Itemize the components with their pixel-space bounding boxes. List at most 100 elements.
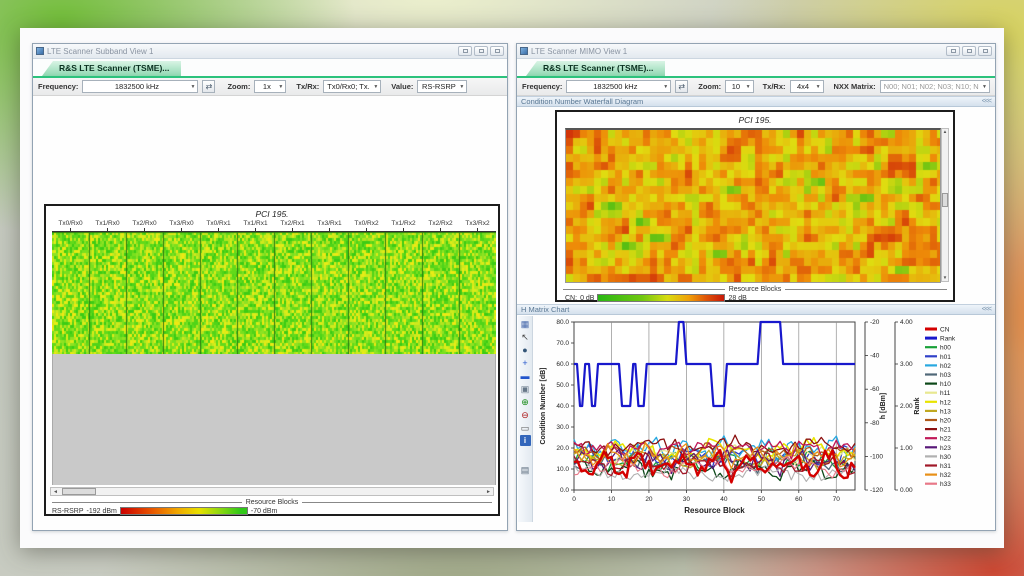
maximize-window-button[interactable] [474,46,488,56]
info-icon[interactable]: i [520,435,531,446]
legend-item[interactable]: h13 [925,408,951,415]
horizontal-scrollbar[interactable]: ◄ ► [50,487,494,496]
svg-text:10.0: 10.0 [556,466,569,473]
legend-item[interactable]: Rank [925,336,956,343]
frequency-select[interactable]: 1832500 kHz▼ [566,80,671,93]
svg-text:h30: h30 [940,454,951,461]
zoom-select[interactable]: 1x▼ [254,80,286,93]
close-window-button[interactable] [978,46,992,56]
pan-icon[interactable]: + [519,357,532,369]
close-window-button[interactable] [490,46,504,56]
chevron-down-icon: ▼ [813,84,821,90]
svg-text:0: 0 [572,496,576,503]
legend-item[interactable]: h01 [925,354,951,361]
legend-item[interactable]: h33 [925,481,951,488]
subband-window-titlebar[interactable]: LTE Scanner Subband View 1 [33,44,507,59]
float-window-button[interactable] [946,46,960,56]
chart-table-icon[interactable]: ▦ [519,318,532,330]
frequency-select[interactable]: 1832500 kHz▼ [82,80,198,93]
column-header: Tx3/Rx1 [311,220,348,227]
legend-item[interactable]: h23 [925,445,951,452]
scroll-down-icon[interactable]: ▼ [943,275,947,281]
legend-item[interactable]: h11 [925,390,951,397]
scrollbar-thumb[interactable] [942,193,948,207]
subband-waterfall-plot[interactable] [52,232,496,354]
svg-text:h01: h01 [940,354,951,361]
scrollbar-thumb[interactable] [62,488,96,495]
divider [52,502,242,503]
txrx-select[interactable]: Tx0/Rx0; Tx...▼ [323,80,381,93]
scale-max: -70 dBm [251,508,277,515]
subband-toolbar: Frequency: 1832500 kHz▼ ⇄ Zoom: 1x▼ Tx/R… [33,78,507,96]
document-page: LTE Scanner Subband View 1 R&S LTE Scann… [20,28,1004,548]
mimo-window-titlebar[interactable]: LTE Scanner MIMO View 1 [517,44,995,59]
tab-rs-lte-scanner[interactable]: R&S LTE Scanner (TSME)... [42,61,181,76]
snapshot-icon[interactable]: ▣ [519,383,532,395]
nxx-matrix-select[interactable]: N00; N01; N02; N03; N10; N11;...▼ [880,80,990,93]
zoom-select[interactable]: 10▼ [725,80,753,93]
h-matrix-chart-plot[interactable]: 0.010.020.030.040.050.060.070.080.001020… [533,316,993,528]
legend-item[interactable]: h12 [925,399,951,406]
float-window-button[interactable] [458,46,472,56]
scroll-up-icon[interactable]: ▲ [943,129,947,135]
legend-item[interactable]: h30 [925,454,951,461]
nxx-matrix-label: NXX Matrix: [834,82,876,91]
legend-item[interactable]: h31 [925,463,951,470]
legend-item[interactable]: CN [925,327,950,334]
maximize-window-button[interactable] [962,46,976,56]
txrx-select[interactable]: 4x4▼ [790,80,824,93]
toolbar-spacer [519,447,532,463]
svg-text:-40: -40 [870,353,880,360]
collapse-panel-button[interactable]: <<< [982,96,991,107]
column-header: Tx0/Rx2 [348,220,385,227]
column-header: Tx1/Rx2 [385,220,422,227]
zoom-in-icon[interactable]: ⊕ [519,396,532,408]
svg-text:Rank: Rank [914,397,921,414]
report-icon[interactable]: ▤ [519,464,532,476]
pointer-icon[interactable]: ↖ [519,331,532,343]
svg-text:2.00: 2.00 [900,403,913,410]
value-select[interactable]: RS-RSRP▼ [417,80,467,93]
zoom-window-icon[interactable]: ▭ [519,422,532,434]
scroll-left-icon[interactable]: ◄ [51,489,60,495]
legend-item[interactable]: h00 [925,345,951,352]
svg-text:3.00: 3.00 [900,361,913,368]
x-axis-label-row: Resource Blocks [52,499,492,506]
legend-item[interactable]: h03 [925,372,951,379]
globe-icon[interactable]: ● [519,344,532,356]
frequency-apply-button[interactable]: ⇄ [202,80,215,93]
x-axis-label: Resource Blocks [729,286,782,293]
svg-text:60: 60 [795,496,803,503]
svg-text:h11: h11 [940,390,951,397]
svg-text:30: 30 [683,496,691,503]
txrx-label: Tx/Rx: [763,82,786,91]
waterfall-empty-area [52,354,496,485]
column-header: Tx3/Rx2 [459,220,496,227]
vertical-scrollbar[interactable]: ▲ ▼ [941,128,949,282]
legend-item[interactable]: h10 [925,381,951,388]
zoom-out-icon[interactable]: ⊖ [519,409,532,421]
legend-item[interactable]: h22 [925,436,951,443]
chart-toolbar: ▦↖●+▬▣⊕⊖▭i ▤ [518,316,533,522]
svg-text:h [dBm]: h [dBm] [880,393,887,419]
column-header: Tx1/Rx1 [237,220,274,227]
column-header: Tx2/Rx1 [274,220,311,227]
legend-item[interactable]: h20 [925,418,951,425]
svg-text:20: 20 [645,496,653,503]
collapse-panel-button[interactable]: <<< [982,304,991,315]
cn-waterfall-plot[interactable] [565,128,941,283]
subband-view-window: LTE Scanner Subband View 1 R&S LTE Scann… [32,43,508,531]
legend-item[interactable]: h02 [925,363,951,370]
legend-item[interactable]: h21 [925,427,951,434]
tab-bar: R&S LTE Scanner (TSME)... [517,59,995,78]
svg-text:-20: -20 [870,319,880,326]
svg-text:h13: h13 [940,408,951,415]
frequency-apply-button[interactable]: ⇄ [675,80,688,93]
minus-tool-icon[interactable]: ▬ [519,370,532,382]
app-icon [520,47,528,55]
svg-text:-100: -100 [870,453,883,460]
scroll-right-icon[interactable]: ► [484,489,493,495]
chevron-down-icon: ▼ [660,84,668,90]
tab-rs-lte-scanner[interactable]: R&S LTE Scanner (TSME)... [526,61,665,76]
legend-item[interactable]: h32 [925,472,951,479]
